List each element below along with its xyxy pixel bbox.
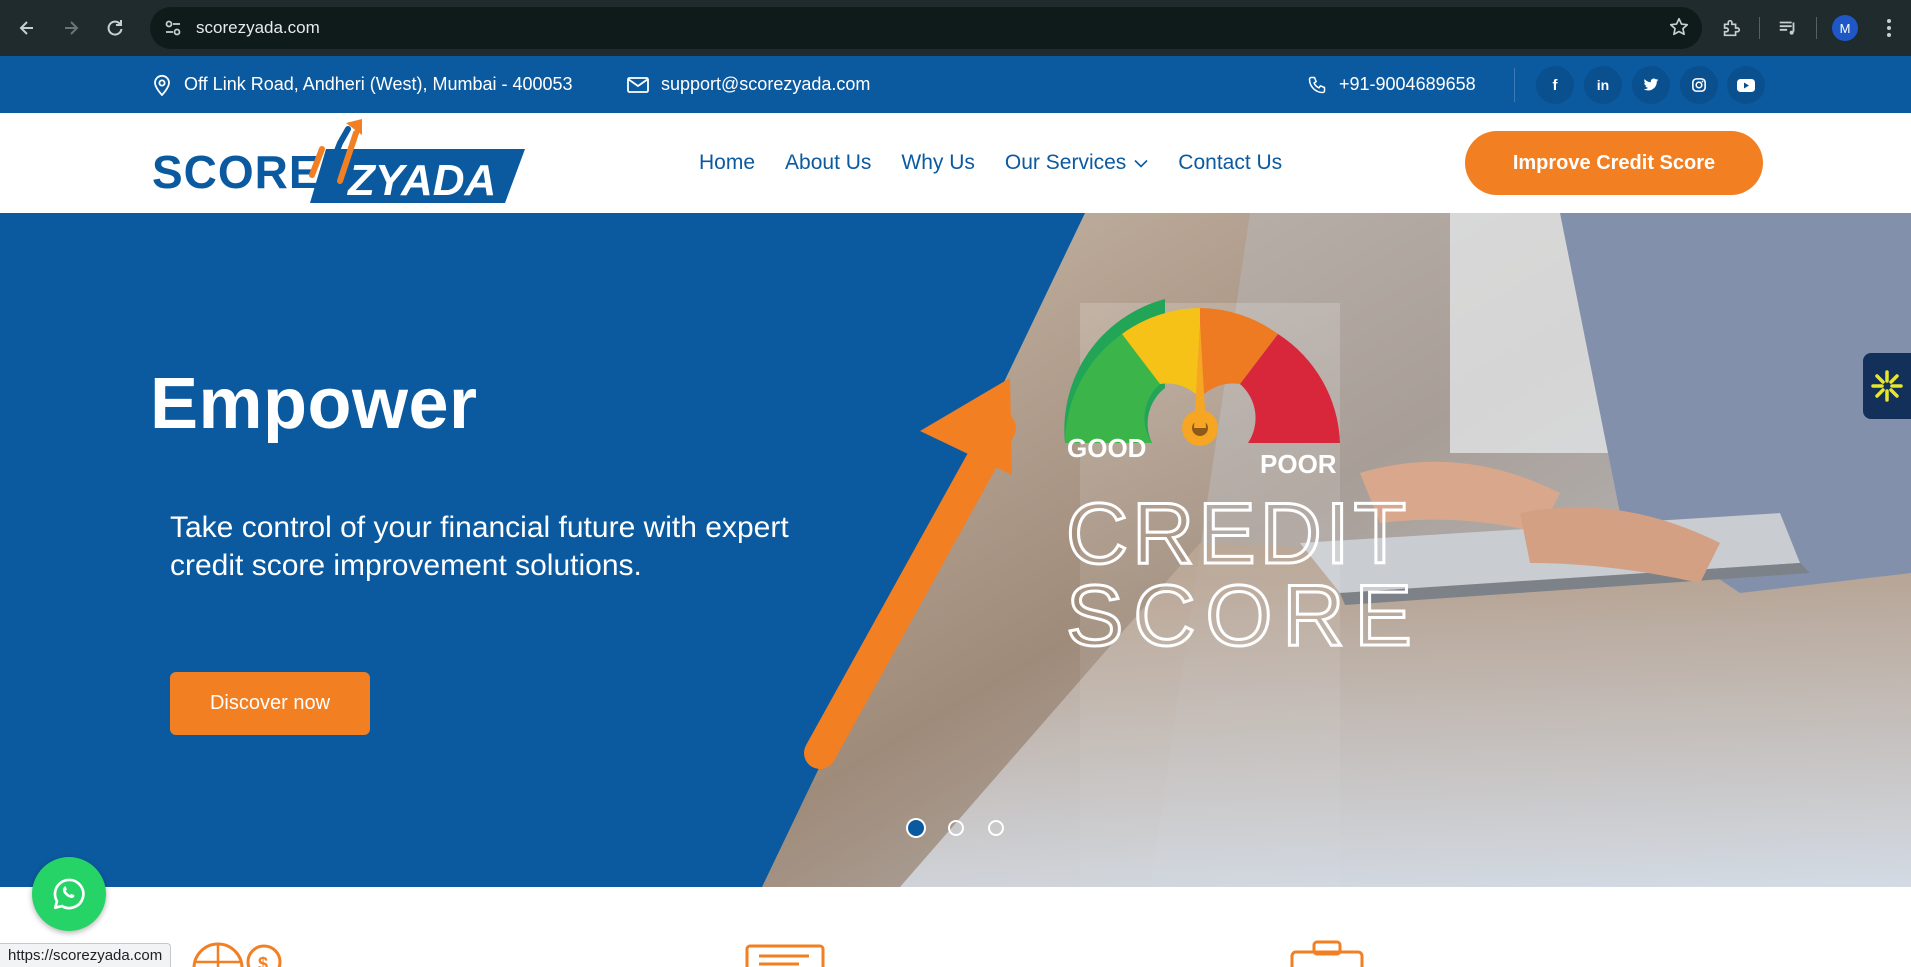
phone-link[interactable]: +91-9004689658 [1339,74,1476,95]
document-icon [745,944,825,967]
address-item: Off Link Road, Andheri (West), Mumbai - … [152,56,573,113]
bookmark-star-icon[interactable] [1668,16,1690,43]
svg-text:SCORE: SCORE [152,146,321,198]
url-text: scorezyada.com [196,18,320,37]
linkedin-icon[interactable]: in [1584,66,1622,104]
improve-credit-score-button[interactable]: Improve Credit Score [1465,131,1763,195]
phone-item[interactable]: +91-9004689658 [1307,56,1476,113]
kebab-menu-icon [1887,19,1891,37]
address-bar[interactable]: scorezyada.com [150,7,1702,49]
gauge-poor-label: POOR [1260,449,1337,479]
email-item[interactable]: support@scorezyada.com [627,56,870,113]
twitter-icon[interactable] [1632,66,1670,104]
youtube-icon[interactable] [1727,66,1765,104]
instagram-icon[interactable] [1680,66,1718,104]
phone-icon [1308,76,1326,93]
hero-slider: GOOD POOR CREDIT SCORE Empower Take cont… [0,213,1911,887]
whatsapp-chat-button[interactable] [32,857,106,931]
media-controls-button[interactable] [1766,6,1810,50]
puzzle-icon [1723,19,1741,37]
browser-toolbar: scorezyada.com M [0,0,1911,56]
scorezyada-logo[interactable]: SCORE ZYADA [150,119,525,209]
mail-icon [627,76,649,93]
browser-actions: M [1709,6,1911,50]
facebook-icon[interactable]: f [1536,66,1574,104]
reload-icon [107,20,123,36]
profile-avatar: M [1832,15,1858,41]
status-bar-url: https://scorezyada.com [0,943,172,967]
hero-subtitle: Take control of your financial future wi… [170,511,789,582]
slider-dot-1[interactable] [908,820,924,836]
topbar-divider [1514,68,1515,102]
slider-dot-3[interactable] [988,820,1004,836]
slider-dot-2[interactable] [948,820,964,836]
toolbar-divider [1816,17,1817,39]
profile-button[interactable]: M [1823,6,1867,50]
browser-menu-button[interactable] [1867,6,1911,50]
back-button[interactable] [5,6,49,50]
site-header: SCORE ZYADA Home About Us Why Us Our Ser… [0,113,1911,213]
address-text: Off Link Road, Andheri (West), Mumbai - … [184,74,573,94]
contact-bar: Off Link Road, Andheri (West), Mumbai - … [0,56,1911,113]
extensions-button[interactable] [1709,6,1753,50]
gauge-good-label: GOOD [1067,433,1146,463]
back-arrow-icon [19,21,33,35]
sun-burst-icon [1871,370,1903,402]
chevron-down-icon [1134,159,1148,168]
nav-contact-us[interactable]: Contact Us [1178,151,1282,175]
image-score-text: SCORE [1066,568,1422,664]
forward-arrow-icon [65,21,79,35]
queue-music-icon [1779,21,1795,35]
global-money-icon: $ [192,942,282,967]
nav-our-services-label: Our Services [1004,151,1127,174]
location-pin-icon [154,74,170,96]
svg-text:ZYADA: ZYADA [346,156,496,205]
hero-title: Empower [150,364,478,444]
whatsapp-icon [53,878,85,910]
email-link[interactable]: support@scorezyada.com [661,74,870,95]
svg-text:$: $ [258,954,268,967]
toolbar-divider [1759,17,1760,39]
nav-about-us[interactable]: About Us [785,151,871,175]
discover-now-button[interactable]: Discover now [170,672,370,735]
accessibility-widget-button[interactable] [1863,353,1911,419]
reload-button[interactable] [93,6,137,50]
site-info-icon[interactable] [152,7,194,49]
nav-our-services[interactable]: Our Services [1005,151,1148,175]
briefcase-icon [1290,940,1364,967]
nav-why-us[interactable]: Why Us [901,151,975,175]
nav-home[interactable]: Home [699,151,755,175]
main-navigation: Home About Us Why Us Our Services Contac… [699,113,1312,213]
forward-button[interactable] [49,6,93,50]
